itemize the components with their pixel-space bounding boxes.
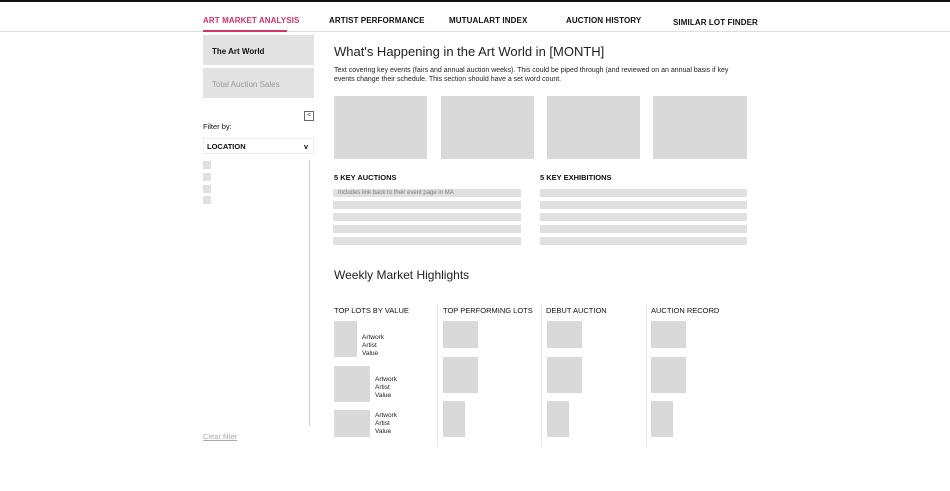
- key-auction-row[interactable]: Includes link back to their event page i…: [333, 189, 521, 197]
- lot-meta: Artwork Artist Value: [362, 334, 384, 358]
- event-image[interactable]: [653, 96, 747, 159]
- intro-text: Text covering key events (fairs and annu…: [334, 67, 729, 83]
- lot-artwork[interactable]: Artwork: [375, 376, 397, 384]
- top-performing-lots-heading: TOP PERFORMING LOTS: [443, 306, 533, 315]
- collapse-sidebar-icon[interactable]: <: [304, 111, 314, 121]
- column-divider: [541, 304, 542, 447]
- active-tab-underline: [203, 30, 287, 32]
- lot-image[interactable]: [651, 401, 673, 437]
- lot-value: Value: [375, 428, 392, 435]
- tab-artist-performance[interactable]: ARTIST PERFORMANCE: [329, 16, 425, 25]
- lot-artist: Artist: [375, 420, 390, 427]
- lot-meta: Artwork Artist Value: [375, 412, 397, 436]
- top-border: [0, 0, 950, 2]
- lot-image[interactable]: [443, 357, 478, 393]
- lot-image[interactable]: [334, 366, 370, 402]
- clear-filter-link[interactable]: Clear filter: [203, 432, 237, 441]
- lot-image[interactable]: [334, 321, 357, 357]
- filter-scrollbar[interactable]: [309, 160, 310, 426]
- location-select-value: LOCATION: [207, 142, 246, 151]
- lot-image[interactable]: [443, 321, 478, 348]
- key-exhibition-row[interactable]: [540, 237, 747, 245]
- filter-checkbox[interactable]: [203, 196, 211, 204]
- key-auctions-heading: 5 KEY AUCTIONS: [334, 173, 397, 182]
- key-auction-row[interactable]: [333, 237, 521, 245]
- lot-image[interactable]: [547, 401, 569, 437]
- column-divider: [646, 304, 647, 447]
- column-divider: [437, 304, 438, 447]
- page-title: What's Happening in the Art World in [MO…: [334, 44, 605, 59]
- lot-value: Value: [375, 392, 392, 399]
- lot-image[interactable]: [443, 401, 465, 437]
- nav-divider: [0, 31, 950, 32]
- key-exhibition-row[interactable]: [540, 189, 747, 197]
- lot-artist: Artist: [362, 342, 377, 349]
- key-auction-note: Includes link back to their event page i…: [338, 190, 454, 196]
- debut-auction-heading: DEBUT AUCTION: [546, 306, 607, 315]
- lot-image[interactable]: [547, 321, 582, 348]
- key-exhibition-row[interactable]: [540, 201, 747, 209]
- location-select[interactable]: LOCATION v: [203, 138, 314, 154]
- tab-similar-lot-finder[interactable]: SIMILAR LOT FINDER: [673, 18, 758, 27]
- key-exhibition-row[interactable]: [540, 213, 747, 221]
- lot-artwork[interactable]: Artwork: [362, 334, 384, 342]
- key-exhibitions-heading: 5 KEY EXHIBITIONS: [540, 173, 612, 182]
- lot-image[interactable]: [547, 357, 582, 393]
- key-auction-row[interactable]: [333, 213, 521, 221]
- lot-image[interactable]: [651, 321, 686, 348]
- filter-checkbox[interactable]: [203, 185, 211, 193]
- lot-artist: Artist: [375, 384, 390, 391]
- lot-meta: Artwork Artist Value: [375, 376, 397, 400]
- event-image[interactable]: [334, 96, 427, 159]
- lot-image[interactable]: [334, 410, 370, 437]
- lot-image[interactable]: [651, 357, 686, 393]
- key-auction-row[interactable]: [333, 225, 521, 233]
- filter-checkbox[interactable]: [203, 173, 211, 181]
- tab-mutualart-index[interactable]: MUTUALART INDEX: [449, 16, 527, 25]
- lot-artwork[interactable]: Artwork: [375, 412, 397, 420]
- key-auction-row[interactable]: [333, 201, 521, 209]
- filter-checkbox[interactable]: [203, 161, 211, 169]
- sidebar-item-the-art-world[interactable]: The Art World: [203, 35, 314, 65]
- tab-art-market-analysis[interactable]: ART MARKET ANALYSIS: [203, 16, 299, 25]
- top-lots-by-value-heading: TOP LOTS BY VALUE: [334, 306, 409, 315]
- event-image[interactable]: [547, 96, 640, 159]
- weekly-highlights-heading: Weekly Market Highlights: [334, 268, 470, 282]
- sidebar-item-total-auction-sales[interactable]: Total Auction Sales: [203, 68, 314, 98]
- auction-record-heading: AUCTION RECORD: [651, 306, 720, 315]
- chevron-down-icon: v: [303, 142, 308, 151]
- filter-label: Filter by:: [203, 122, 232, 131]
- key-exhibition-row[interactable]: [540, 225, 747, 233]
- tab-auction-history[interactable]: AUCTION HISTORY: [566, 16, 641, 25]
- event-image[interactable]: [441, 96, 534, 159]
- lot-value: Value: [362, 350, 379, 357]
